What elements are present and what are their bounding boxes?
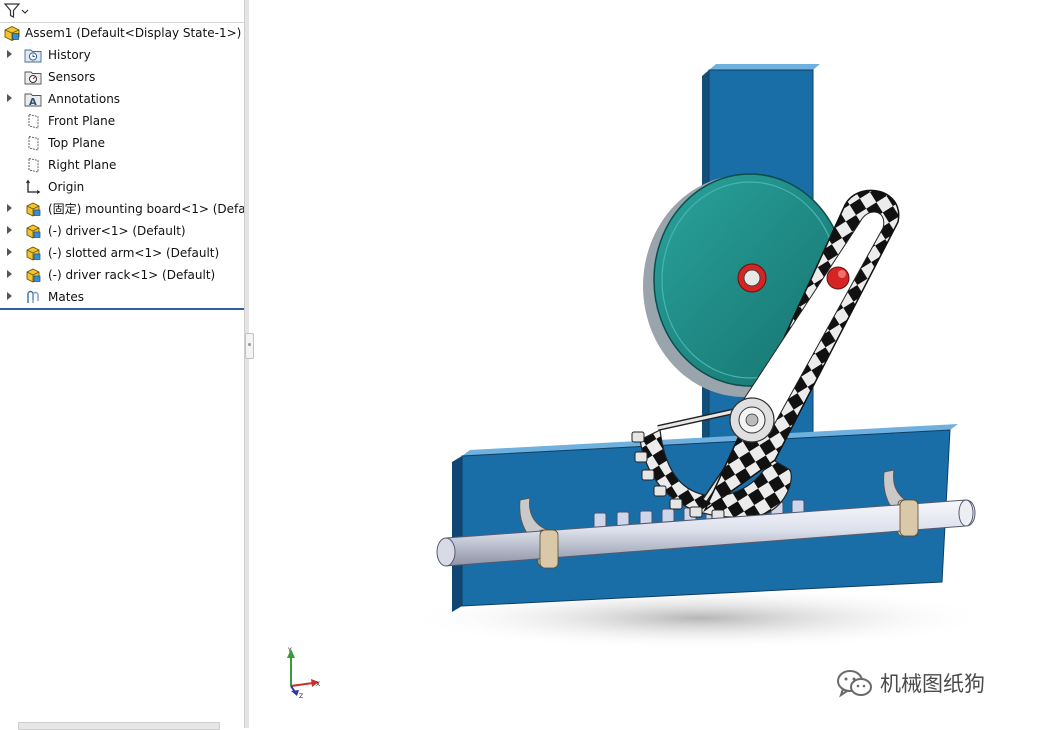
tree-item-driver[interactable]: (-) driver<1> (Default) — [0, 220, 244, 242]
tree-item-label: Sensors — [48, 70, 96, 84]
tree-root-label: Assem1 (Default<Display State-1>) — [25, 26, 242, 40]
tree-item-top-plane[interactable]: Top Plane — [0, 132, 244, 154]
triad-y-label: Y — [287, 647, 292, 654]
tree-item-label: Front Plane — [48, 114, 116, 128]
part-icon — [26, 224, 41, 239]
expand-arrow-icon[interactable] — [7, 248, 12, 256]
sensors-folder-icon — [24, 71, 42, 85]
plane-icon — [28, 113, 39, 129]
expand-arrow-icon[interactable] — [7, 292, 12, 300]
tree-item-origin[interactable]: Origin — [0, 176, 244, 198]
triad-graphic: Y X Z — [287, 647, 320, 700]
plane-icon — [28, 157, 39, 173]
filter-icon[interactable] — [3, 2, 29, 20]
tree-item-slotted-arm[interactable]: (-) slotted arm<1> (Default) — [0, 242, 244, 264]
expand-arrow-icon[interactable] — [7, 204, 12, 212]
part-icon — [26, 202, 41, 217]
tree-item-history[interactable]: History — [0, 44, 244, 66]
axis-triad: Y X Z — [281, 646, 323, 700]
expand-arrow-icon[interactable] — [7, 270, 12, 278]
tree-item-driver-rack[interactable]: (-) driver rack<1> (Default) — [0, 264, 244, 286]
tree-item-label: (-) slotted arm<1> (Default) — [48, 246, 220, 260]
tree-item-annotations[interactable]: A Annotations — [0, 88, 244, 110]
tree-item-label: Right Plane — [48, 158, 117, 172]
assembly-icon — [4, 25, 20, 41]
tree-item-mounting-board[interactable]: (固定) mounting board<1> (Default — [0, 198, 244, 220]
tree-root-assembly[interactable]: Assem1 (Default<Display State-1>) — [0, 22, 244, 44]
center-pin — [737, 263, 767, 293]
expand-arrow-icon[interactable] — [7, 50, 12, 58]
tree-item-label: (固定) mounting board<1> (Default — [48, 202, 244, 216]
tree-item-front-plane[interactable]: Front Plane — [0, 110, 244, 132]
feature-manager-tree: Assem1 (Default<Display State-1>) Histor… — [0, 0, 244, 730]
triad-x-label: X — [316, 681, 320, 688]
part-icon — [26, 246, 41, 261]
mates-icon — [27, 290, 39, 303]
origin-icon — [26, 179, 41, 194]
tree-item-right-plane[interactable]: Right Plane — [0, 154, 244, 176]
tree-item-label: Mates — [48, 290, 85, 304]
tree-item-label: (-) driver<1> (Default) — [48, 224, 186, 238]
tree-item-sensors[interactable]: Sensors — [0, 66, 244, 88]
plane-icon — [28, 135, 39, 151]
wechat-icon — [837, 670, 872, 698]
annotations-folder-icon: A — [24, 93, 42, 107]
tree-item-label: (-) driver rack<1> (Default) — [48, 268, 216, 282]
tree-filter-bar — [0, 0, 244, 23]
tree-item-label: Annotations — [48, 92, 121, 106]
expand-arrow-icon[interactable] — [7, 94, 12, 102]
svg-text:A: A — [29, 97, 37, 107]
expand-arrow-icon[interactable] — [7, 226, 12, 234]
tree-horizontal-scrollbar[interactable] — [18, 722, 220, 730]
pivot-hub — [729, 397, 775, 443]
watermark-text: 机械图纸狗 — [880, 672, 985, 696]
part-icon — [26, 268, 41, 283]
graphics-area[interactable] — [250, 0, 1038, 728]
tree-item-label: History — [48, 48, 91, 62]
panel-splitter[interactable] — [244, 0, 249, 728]
tree-divider — [0, 308, 244, 310]
history-folder-icon — [24, 49, 42, 63]
tree-item-label: Origin — [48, 180, 85, 194]
tree-item-label: Top Plane — [48, 136, 105, 150]
drive-pin — [826, 266, 850, 290]
triad-z-label: Z — [299, 693, 303, 698]
tree-item-mates[interactable]: Mates — [0, 286, 244, 308]
